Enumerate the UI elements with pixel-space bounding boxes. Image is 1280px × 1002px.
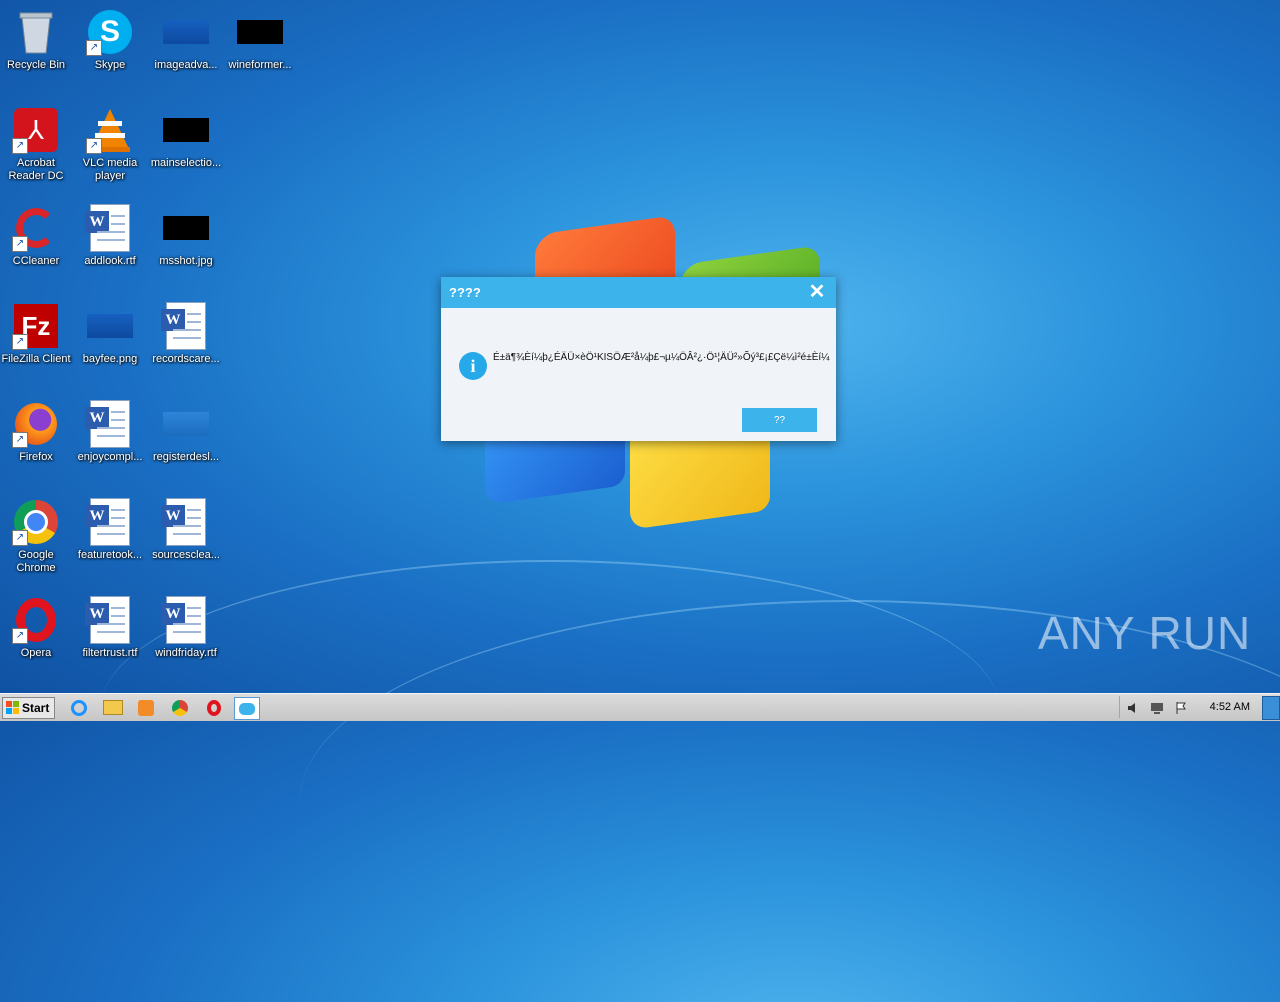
word-doc-icon: W — [85, 204, 134, 252]
ccleaner-icon: ↗ — [12, 204, 60, 252]
message-dialog: ???? ✕ i É±ä¶¾Èí¼þ¿ÉÄÜ×èÖ¹KISÖÆ²å¼þ£¬µ¼Ö… — [441, 277, 836, 441]
word-doc-icon: W — [161, 498, 210, 546]
opera-icon: ↗ — [12, 596, 60, 644]
word-doc-icon: W — [161, 302, 210, 350]
dialog-message: É±ä¶¾Èí¼þ¿ÉÄÜ×èÖ¹KISÖÆ²å¼þ£¬µ¼ÖÂ²¿·Ö¹¦ÄÜ… — [493, 352, 830, 363]
network-icon[interactable] — [1150, 701, 1164, 715]
desktop-icon-acrobat[interactable]: ⅄ ↗ Acrobat Reader DC — [0, 106, 74, 183]
desktop-icon-firefox[interactable]: ↗ Firefox — [0, 400, 74, 464]
firefox-icon: ↗ — [12, 400, 60, 448]
image-file-icon — [162, 204, 210, 252]
desktop-icon-filtertrust[interactable]: W filtertrust.rtf — [72, 596, 148, 660]
chrome-icon: ↗ — [12, 498, 60, 546]
info-icon: i — [459, 352, 487, 380]
desktop-icon-enjoycompl[interactable]: W enjoycompl... — [72, 400, 148, 464]
dialog-title-bar[interactable]: ???? ✕ — [441, 277, 836, 308]
desktop-icon-recordscare[interactable]: W recordscare... — [148, 302, 224, 366]
clock[interactable]: 4:52 AM — [1210, 701, 1250, 713]
desktop-icon-registerdesl[interactable]: registerdesl... — [148, 400, 224, 464]
taskbar: Start 4:52 AM — [0, 693, 1280, 721]
filezilla-icon: Fz ↗ — [12, 302, 60, 350]
acrobat-icon: ⅄ ↗ — [12, 106, 60, 154]
desktop-icon-skype[interactable]: S ↗ Skype — [72, 8, 148, 72]
desktop-icon-filezilla[interactable]: Fz ↗ FileZilla Client — [0, 302, 74, 366]
word-doc-icon: W — [85, 498, 134, 546]
desktop-icon-mainselectio[interactable]: mainselectio... — [148, 106, 224, 170]
desktop-icon-vlc[interactable]: ↗ VLC media player — [72, 106, 148, 183]
desktop-icon-bayfee[interactable]: bayfee.png — [72, 302, 148, 366]
action-center-flag-icon[interactable] — [1174, 701, 1188, 715]
recycle-bin-icon — [12, 8, 60, 56]
desktop-icon-sourcesclea[interactable]: W sourcesclea... — [148, 498, 224, 562]
word-doc-icon: W — [161, 596, 210, 644]
desktop-icon-featuretook[interactable]: W featuretook... — [72, 498, 148, 562]
windows-flag-icon — [6, 701, 20, 715]
speaker-icon[interactable] — [1126, 701, 1140, 715]
image-file-icon — [162, 106, 210, 154]
explorer-icon[interactable] — [101, 697, 125, 718]
desktop-icon-ccleaner[interactable]: ↗ CCleaner — [0, 204, 74, 268]
image-file-icon — [162, 8, 210, 56]
desktop-icon-windfriday[interactable]: W windfriday.rtf — [148, 596, 224, 660]
ie-icon[interactable] — [67, 697, 91, 718]
desktop-icon-opera[interactable]: ↗ Opera — [0, 596, 74, 660]
media-player-icon[interactable] — [134, 697, 158, 718]
desktop-icon-chrome[interactable]: ↗ Google Chrome — [0, 498, 74, 575]
image-file-icon — [236, 8, 284, 56]
anyrun-watermark: ANY RUN — [1038, 607, 1252, 659]
chrome-icon[interactable] — [168, 697, 192, 718]
show-desktop-button[interactable] — [1262, 696, 1280, 720]
opera-icon[interactable] — [202, 697, 226, 718]
image-file-icon — [86, 302, 134, 350]
dialog-title: ???? — [449, 285, 481, 300]
desktop-icon-msshot[interactable]: msshot.jpg — [148, 204, 224, 268]
dialog-app-icon[interactable] — [234, 697, 260, 720]
start-button[interactable]: Start — [2, 697, 55, 719]
desktop-icon-recycle-bin[interactable]: Recycle Bin — [0, 8, 74, 72]
ok-button[interactable]: ?? — [742, 408, 817, 432]
desktop-icon-addlook[interactable]: W addlook.rtf — [72, 204, 148, 268]
image-file-icon — [162, 400, 210, 448]
vlc-icon: ↗ — [86, 106, 134, 154]
desktop-icon-imageadva[interactable]: imageadva... — [148, 8, 224, 72]
word-doc-icon: W — [85, 400, 134, 448]
close-icon[interactable]: ✕ — [806, 281, 828, 303]
word-doc-icon: W — [85, 596, 134, 644]
skype-icon: S ↗ — [86, 8, 134, 56]
desktop-icon-wineformer[interactable]: wineformer... — [222, 8, 298, 72]
